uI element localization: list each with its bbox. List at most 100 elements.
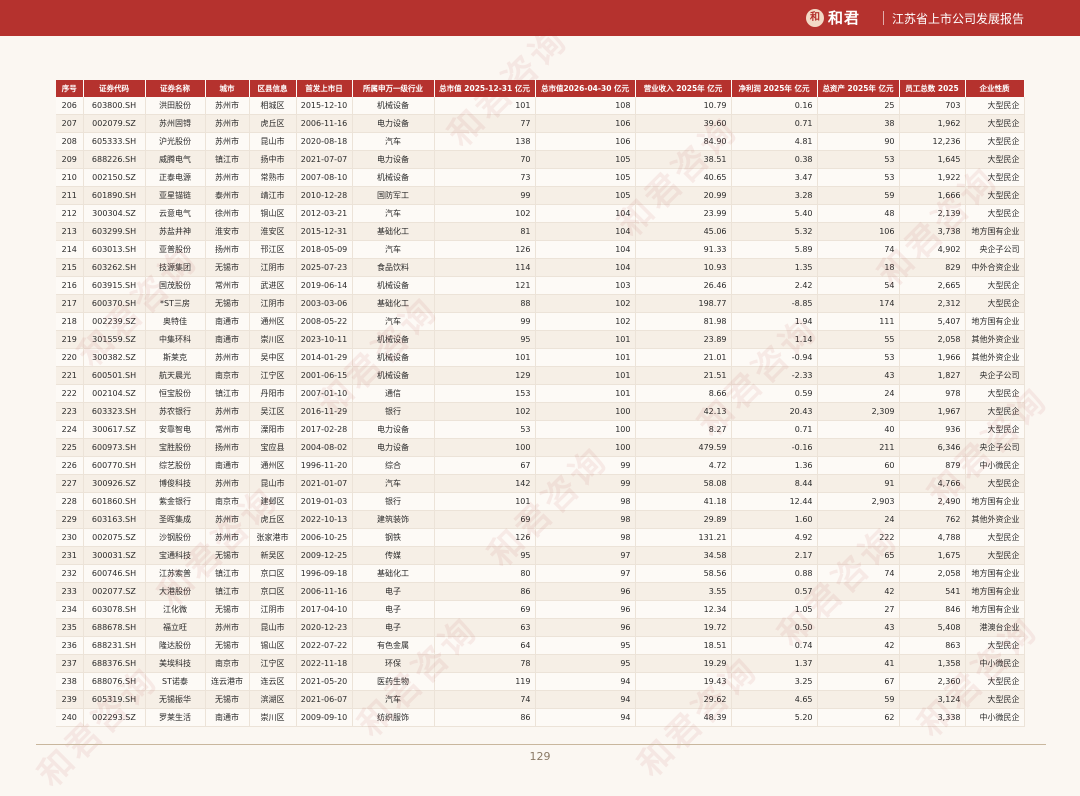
table-cell: 2004-08-02: [296, 438, 353, 457]
table-cell: 机械设备: [352, 348, 435, 367]
table-cell: 苏州市: [205, 402, 250, 421]
table-cell: 机械设备: [352, 97, 435, 115]
table-cell: 张家港市: [249, 528, 297, 547]
table-cell: 斯莱克: [145, 348, 206, 367]
table-cell: 苏州市: [205, 114, 250, 133]
table-cell: 53: [434, 420, 536, 439]
table-cell: 605333.SH: [83, 132, 146, 151]
table-row: 222 002104.SZ 恒宝股份 镇江市 丹阳市 2007-01-10 通信 153 101…: [56, 384, 1025, 403]
table-cell: 大型民企: [965, 420, 1025, 439]
table-cell: 2023-10-11: [296, 330, 353, 349]
table-cell: 12.44: [731, 492, 818, 511]
table-cell: 86: [434, 582, 536, 601]
table-cell: 223: [56, 402, 84, 421]
table-cell: 苏州市: [205, 348, 250, 367]
table-cell: 70: [434, 150, 536, 169]
table-cell: 江阴市: [249, 258, 297, 277]
table-cell: 大型民企: [965, 114, 1025, 133]
table-cell: 2,490: [899, 492, 966, 511]
table-cell: 59: [817, 186, 900, 205]
table-cell: 002293.SZ: [83, 708, 146, 727]
table-cell: 电力设备: [352, 420, 435, 439]
table-cell: 2009-12-25: [296, 546, 353, 565]
table-cell: 301559.SZ: [83, 330, 146, 349]
table-cell: 苏盐井神: [145, 222, 206, 241]
table-cell: 汽车: [352, 132, 435, 151]
table-cell: 技源集团: [145, 258, 206, 277]
table-cell: 215: [56, 258, 84, 277]
table-cell: 汽车: [352, 240, 435, 259]
table-cell: 225: [56, 438, 84, 457]
table-cell: 镇江市: [205, 582, 250, 601]
table-cell: 1,666: [899, 186, 966, 205]
table-cell: 002075.SZ: [83, 528, 146, 547]
table-cell: 溧阳市: [249, 420, 297, 439]
table-cell: 2020-08-18: [296, 132, 353, 151]
table-cell: 地方国有企业: [965, 312, 1025, 331]
table-cell: 安靠智电: [145, 420, 206, 439]
table-cell: 210: [56, 168, 84, 187]
table-cell: 中集环科: [145, 330, 206, 349]
table-cell: 综合: [352, 456, 435, 475]
table-cell: -8.85: [731, 294, 818, 313]
table-cell: 101: [535, 348, 636, 367]
table-cell: 3,738: [899, 222, 966, 241]
table-cell: 汽车: [352, 690, 435, 709]
table-cell: 央企子公司: [965, 366, 1025, 385]
table-cell: 237: [56, 654, 84, 673]
table-cell: 1,962: [899, 114, 966, 133]
table-cell: 罗莱生活: [145, 708, 206, 727]
table-cell: 江阴市: [249, 294, 297, 313]
table-cell: 央企子公司: [965, 240, 1025, 259]
table-cell: 58.08: [635, 474, 732, 493]
table-cell: 603262.SH: [83, 258, 146, 277]
table-cell: 100: [434, 438, 536, 457]
table-cell: 131.21: [635, 528, 732, 547]
column-header: 企业性质: [965, 80, 1025, 97]
table-cell: 靖江市: [249, 186, 297, 205]
table-cell: 地方国有企业: [965, 564, 1025, 583]
table-cell: 60: [817, 456, 900, 475]
table-cell: 81.98: [635, 312, 732, 331]
table-cell: 0.57: [731, 582, 818, 601]
table-cell: 福立旺: [145, 618, 206, 637]
table-cell: 48: [817, 204, 900, 223]
table-cell: 无锡市: [205, 294, 250, 313]
table-cell: 95: [535, 636, 636, 655]
table-cell: 1996-09-18: [296, 564, 353, 583]
table-cell: 114: [434, 258, 536, 277]
table-cell: 40.65: [635, 168, 732, 187]
table-cell: 建筑装饰: [352, 510, 435, 529]
table-row: 234 603078.SH 江化微 无锡市 江阴市 2017-04-10 电子 69 96 12.…: [56, 600, 1025, 619]
table-cell: 电子: [352, 582, 435, 601]
table-cell: 58.56: [635, 564, 732, 583]
table-cell: 43: [817, 366, 900, 385]
table-cell: 2019-01-03: [296, 492, 353, 511]
table-cell: 207: [56, 114, 84, 133]
table-cell: 京口区: [249, 582, 297, 601]
table-cell: 隆达股份: [145, 636, 206, 655]
table-cell: 5.32: [731, 222, 818, 241]
table-cell: 102: [434, 204, 536, 223]
table-cell: 宝应县: [249, 438, 297, 457]
table-cell: 滨湖区: [249, 690, 297, 709]
table-cell: 大型民企: [965, 528, 1025, 547]
table-cell: 73: [434, 168, 536, 187]
table-cell: 688226.SH: [83, 150, 146, 169]
table-cell: 95: [434, 330, 536, 349]
table-cell: 142: [434, 474, 536, 493]
table-cell: 2015-12-31: [296, 222, 353, 241]
table-cell: 104: [535, 204, 636, 223]
table-cell: 中外合资企业: [965, 258, 1025, 277]
table-cell: 8.44: [731, 474, 818, 493]
table-cell: 镇江市: [205, 150, 250, 169]
table-cell: 239: [56, 690, 84, 709]
table-cell: 94: [535, 672, 636, 691]
table-cell: 213: [56, 222, 84, 241]
table-cell: 2019-06-14: [296, 276, 353, 295]
table-cell: 209: [56, 150, 84, 169]
table-cell: 大型民企: [965, 168, 1025, 187]
table-cell: 217: [56, 294, 84, 313]
table-cell: 5.20: [731, 708, 818, 727]
table-cell: 126: [434, 528, 536, 547]
